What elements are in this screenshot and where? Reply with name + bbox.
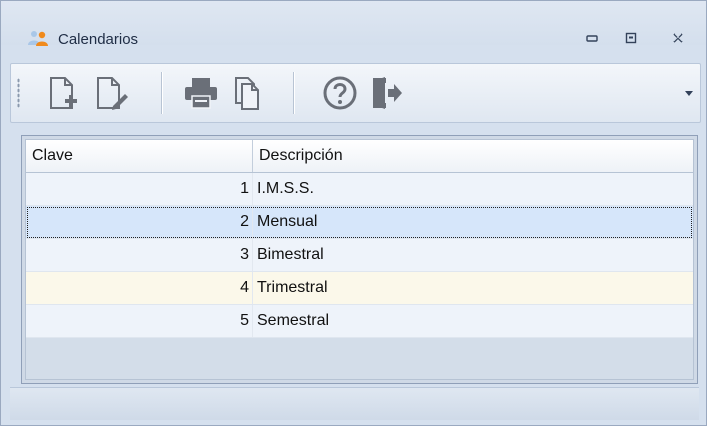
minimize-icon <box>586 35 598 42</box>
grid-body: Clave Descripción 1 I.M.S.S. 2 Mensual 3… <box>25 139 694 380</box>
column-header-clave[interactable]: Clave <box>26 140 253 172</box>
printer-icon <box>185 78 217 109</box>
document-add-icon <box>50 77 77 109</box>
cell-clave: 4 <box>26 272 253 304</box>
grid-header: Clave Descripción <box>26 140 693 173</box>
cell-clave: 5 <box>26 305 253 337</box>
close-button[interactable] <box>667 28 689 48</box>
help-button[interactable] <box>320 74 360 112</box>
document-edit-icon <box>97 77 128 110</box>
column-header-descripcion[interactable]: Descripción <box>253 140 693 172</box>
users-icon <box>28 31 48 46</box>
calendarios-window: Calendarios Clave Descripción 1 I.M.S.S.… <box>0 0 707 426</box>
table-row-selected[interactable]: 2 Mensual <box>26 206 693 239</box>
cell-descripcion: Semestral <box>257 312 330 329</box>
table-row[interactable]: 3 Bimestral <box>26 239 693 272</box>
new-document-button[interactable] <box>42 74 82 112</box>
exit-door-icon <box>373 77 402 109</box>
calendars-grid: Clave Descripción 1 I.M.S.S. 2 Mensual 3… <box>21 135 698 384</box>
cell-clave: 3 <box>26 239 253 271</box>
toolbar-separator <box>161 72 162 114</box>
cell-descripcion: I.M.S.S. <box>257 180 314 197</box>
cell-descripcion: Mensual <box>257 213 318 230</box>
print-button[interactable] <box>181 74 221 112</box>
exit-button[interactable] <box>366 74 406 112</box>
close-icon <box>673 33 683 43</box>
status-bar <box>10 387 699 420</box>
chevron-down-icon[interactable] <box>684 90 694 98</box>
cell-clave: 2 <box>26 206 253 238</box>
copy-button[interactable] <box>227 74 267 112</box>
cell-descripcion: Bimestral <box>257 246 324 263</box>
copy-icon <box>235 77 259 110</box>
restore-icon <box>625 32 637 44</box>
toolbar-separator <box>293 72 294 114</box>
title-bar[interactable]: Calendarios <box>1 1 706 48</box>
toolbar-grip[interactable] <box>17 78 20 108</box>
restore-button[interactable] <box>620 28 642 48</box>
table-row[interactable]: 5 Semestral <box>26 305 693 338</box>
window-title: Calendarios <box>58 31 139 48</box>
help-icon <box>323 76 357 110</box>
cell-descripcion: Trimestral <box>257 279 328 296</box>
minimize-button[interactable] <box>581 28 603 48</box>
cell-clave: 1 <box>26 173 253 205</box>
edit-document-button[interactable] <box>91 74 131 112</box>
table-row[interactable]: 4 Trimestral <box>26 272 693 305</box>
table-row[interactable]: 1 I.M.S.S. <box>26 173 693 206</box>
toolbar <box>10 63 701 123</box>
